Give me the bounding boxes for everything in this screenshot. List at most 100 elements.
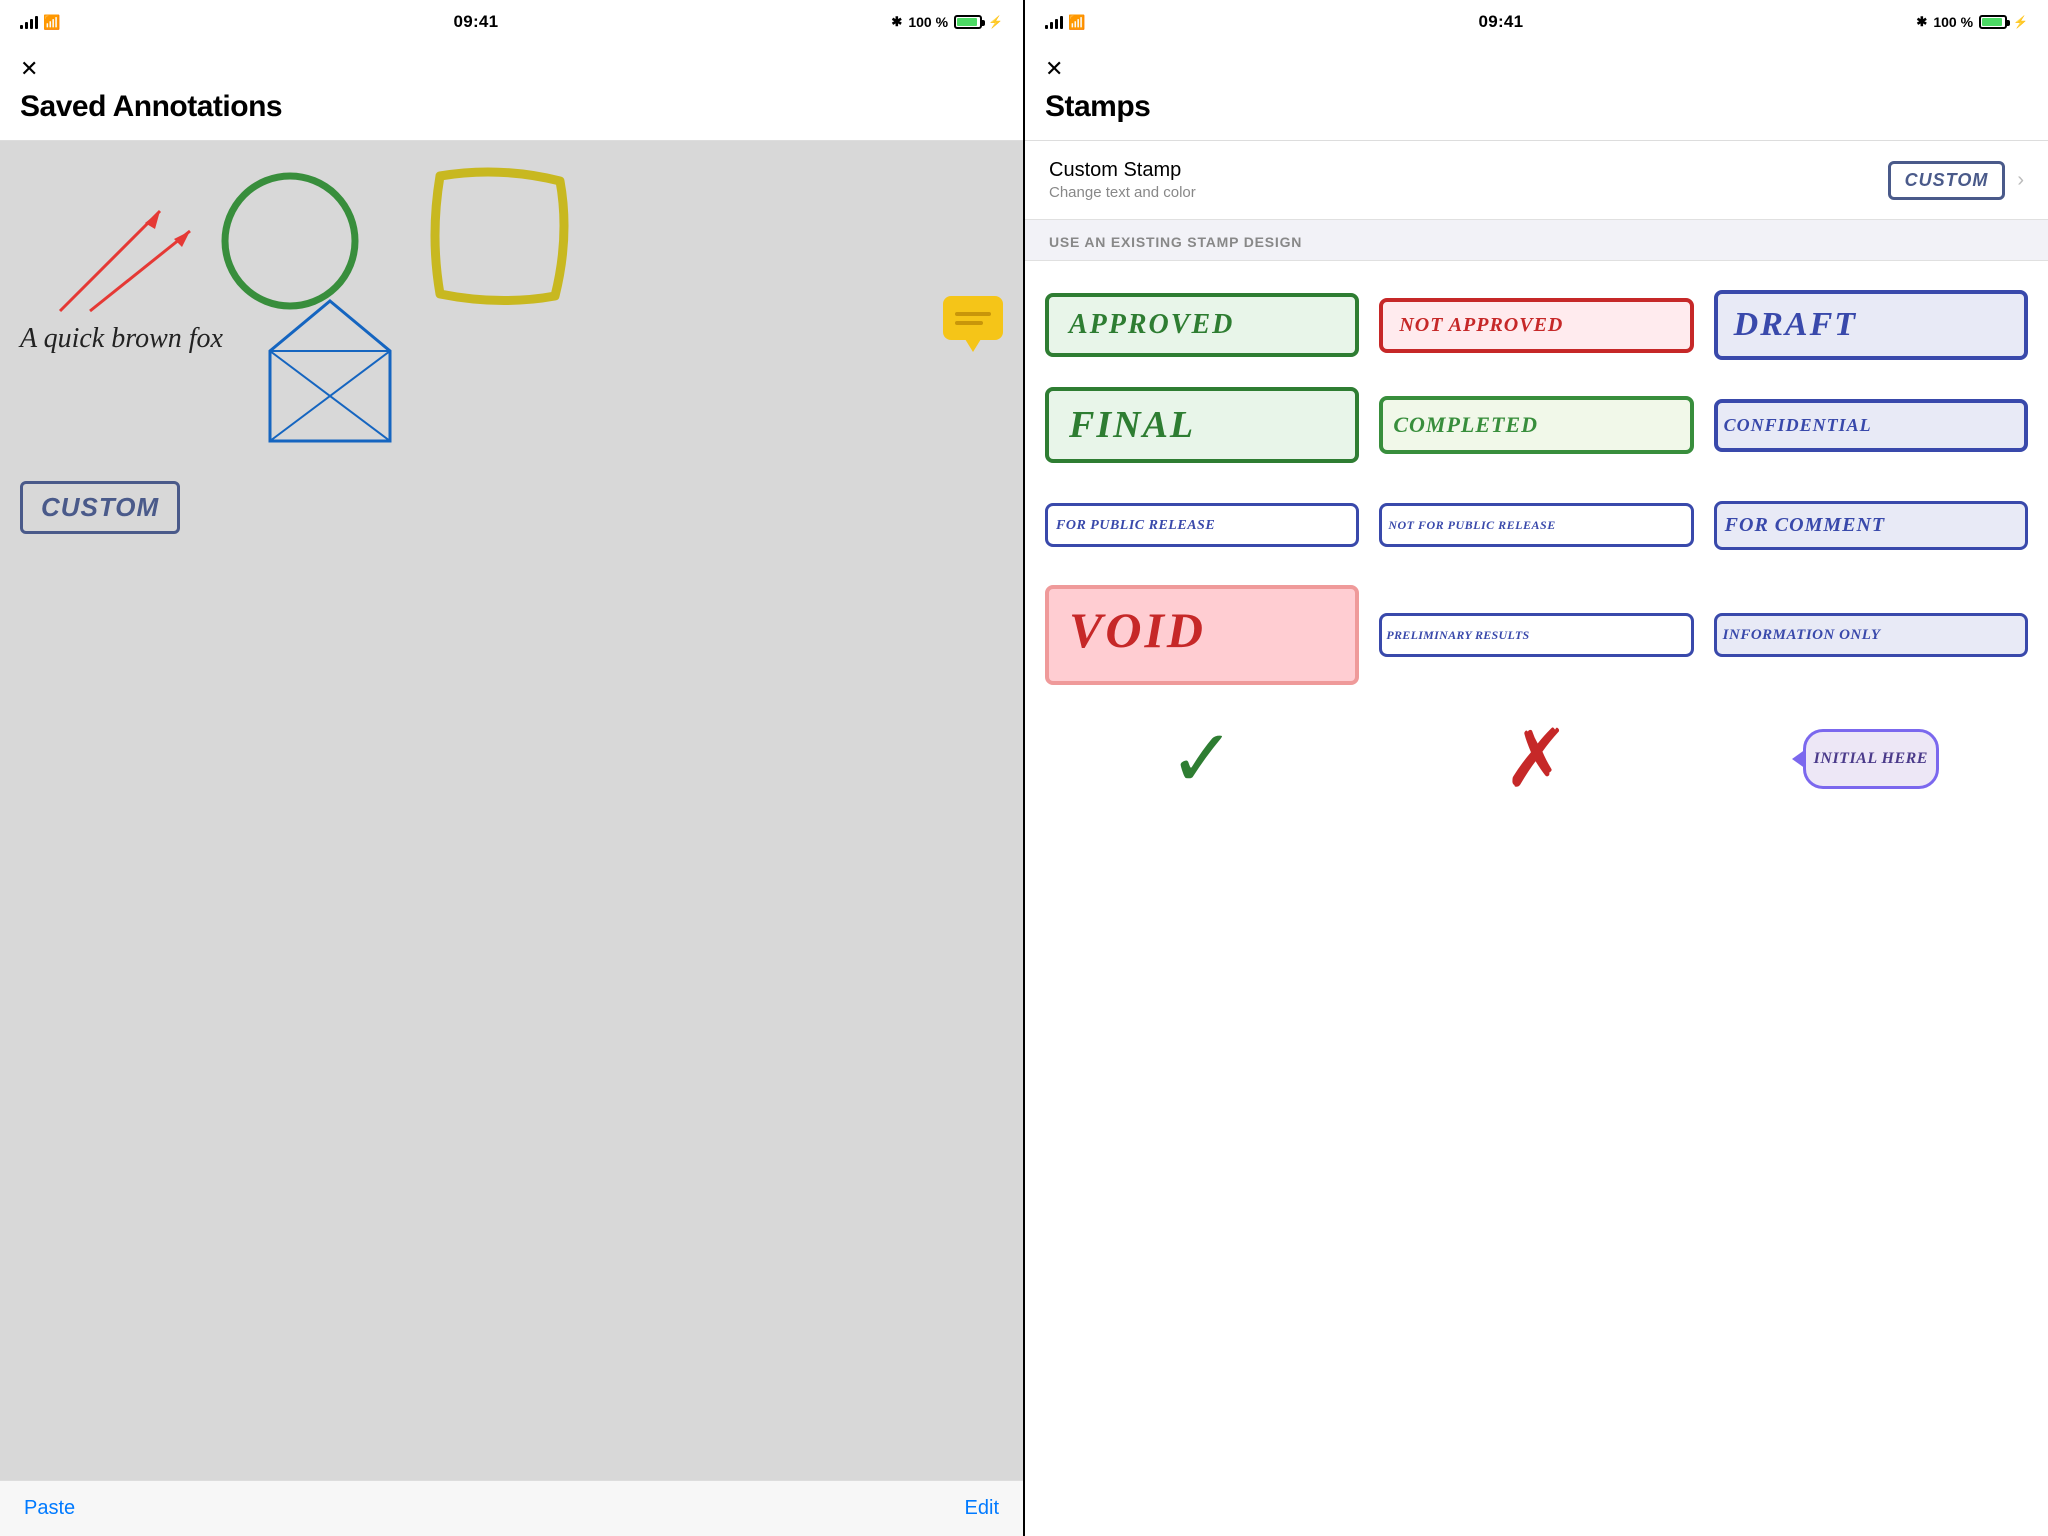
void-stamp-label: VOID: [1069, 602, 1206, 658]
for-public-release-stamp-box: FOR PUBLIC RELEASE: [1045, 503, 1359, 547]
custom-stamp-preview-text: CUSTOM: [1905, 170, 1989, 190]
custom-stamp-subtitle: Change text and color: [1049, 184, 1196, 201]
bluetooth-icon-right: ✱: [1916, 14, 1927, 30]
draft-stamp-label: DRAFT: [1734, 306, 1857, 343]
custom-stamp-annotation[interactable]: CUSTOM: [20, 481, 180, 534]
bubble-content: [949, 306, 997, 331]
stamp-item-for-comment[interactable]: FOR COMMENT: [1714, 485, 2028, 565]
bottom-stamps-row: ✓ ✗ INITIAL HERE: [1025, 709, 2048, 833]
annotations-canvas: A quick brown fox: [0, 141, 1023, 1480]
stamp-item-completed[interactable]: COMPLETED: [1379, 385, 1693, 465]
completed-stamp-label: COMPLETED: [1393, 412, 1538, 437]
custom-stamp-text: CUSTOM: [41, 492, 159, 522]
custom-stamp-preview: CUSTOM ›: [1888, 161, 2024, 200]
custom-stamp-box: CUSTOM: [20, 481, 180, 534]
preliminary-results-stamp-box: PRELIMINARY RESULTS: [1379, 613, 1693, 657]
right-panel-title: Stamps: [1045, 90, 2028, 124]
battery-percent-right: 100 %: [1933, 14, 1973, 30]
not-approved-stamp-box: NOT APPROVED: [1379, 298, 1693, 353]
rect-annotation[interactable]: [420, 156, 580, 316]
stamp-item-checkmark[interactable]: ✓: [1045, 709, 1359, 809]
xmark-icon: ✗: [1503, 719, 1570, 799]
stamp-item-information-only[interactable]: INFORMATION ONLY: [1714, 585, 2028, 685]
battery-percent-left: 100 %: [908, 14, 948, 30]
confidential-stamp-box: CONFIDENTIAL: [1714, 399, 2028, 452]
status-time-left: 09:41: [453, 12, 498, 32]
information-only-stamp-box: INFORMATION ONLY: [1714, 613, 2028, 657]
bubble-shape: [943, 296, 1003, 340]
initial-here-stamp-label: INITIAL HERE: [1814, 750, 1928, 768]
left-panel-title: Saved Annotations: [20, 90, 1003, 124]
checkmark-icon: ✓: [1169, 719, 1236, 799]
bubble-line-1: [955, 312, 991, 316]
custom-stamp-info: Custom Stamp Change text and color: [1049, 159, 1196, 201]
confidential-stamp-label: CONFIDENTIAL: [1724, 415, 1872, 435]
initial-here-stamp-box: INITIAL HERE: [1803, 729, 1939, 789]
for-public-release-stamp-label: FOR PUBLIC RELEASE: [1056, 518, 1215, 533]
stamp-item-draft[interactable]: DRAFT: [1714, 285, 2028, 365]
stamps-panel: 📶 09:41 ✱ 100 % ⚡ ✕ Stamps Custom Stamp …: [1025, 0, 2048, 1536]
status-bar-left: 📶 09:41 ✱ 100 % ⚡: [0, 0, 1023, 44]
not-for-public-release-stamp-label: NOT FOR PUBLIC RELEASE: [1388, 518, 1555, 532]
stamp-item-initial-here[interactable]: INITIAL HERE: [1714, 709, 2028, 809]
approved-stamp-box: APPROVED: [1045, 293, 1359, 357]
arrows-annotation[interactable]: [30, 171, 210, 331]
bolt-icon-left: ⚡: [988, 15, 1003, 29]
close-button-right[interactable]: ✕: [1045, 56, 1063, 82]
final-stamp-label: FINAL: [1069, 404, 1195, 446]
status-time-right: 09:41: [1478, 12, 1523, 32]
left-panel-footer: Paste Edit: [0, 1480, 1023, 1536]
custom-stamp-preview-box: CUSTOM: [1888, 161, 2006, 200]
stamp-item-not-approved[interactable]: NOT APPROVED: [1379, 285, 1693, 365]
battery-icon-left: [954, 15, 982, 29]
for-comment-stamp-box: FOR COMMENT: [1714, 501, 2028, 550]
stamp-grid: APPROVED NOT APPROVED DRAFT FINAL: [1025, 261, 2048, 709]
battery-icon-right: [1979, 15, 2007, 29]
draft-stamp-box: DRAFT: [1714, 290, 2028, 360]
stamp-item-approved[interactable]: APPROVED: [1045, 285, 1359, 365]
stamp-item-preliminary-results[interactable]: PRELIMINARY RESULTS: [1379, 585, 1693, 685]
information-only-stamp-label: INFORMATION ONLY: [1723, 627, 1881, 643]
final-stamp-box: FINAL: [1045, 387, 1359, 463]
speech-bubble-annotation[interactable]: [943, 296, 1003, 356]
signal-icon-right: [1045, 15, 1063, 29]
edit-button[interactable]: Edit: [965, 1497, 999, 1520]
stamp-item-for-public-release[interactable]: FOR PUBLIC RELEASE: [1045, 485, 1359, 565]
status-right-icons-right: ✱ 100 % ⚡: [1916, 14, 2028, 30]
bluetooth-icon-left: ✱: [891, 14, 902, 30]
wifi-icon: 📶: [43, 14, 60, 31]
bolt-icon-right: ⚡: [2013, 15, 2028, 29]
status-right-icons-left: ✱ 100 % ⚡: [891, 14, 1003, 30]
stamps-content-area: Custom Stamp Change text and color CUSTO…: [1025, 141, 2048, 1536]
custom-stamp-row[interactable]: Custom Stamp Change text and color CUSTO…: [1025, 141, 2048, 220]
stamp-item-not-for-public-release[interactable]: NOT FOR PUBLIC RELEASE: [1379, 485, 1693, 565]
status-left-icons-right: 📶: [1045, 14, 1085, 31]
stamp-item-void[interactable]: VOID: [1045, 585, 1359, 685]
approved-stamp-label: APPROVED: [1069, 309, 1234, 340]
bubble-line-2: [955, 321, 983, 325]
right-panel-header: ✕ Stamps: [1025, 44, 2048, 141]
stamp-section-label: USE AN EXISTING STAMP DESIGN: [1025, 220, 2048, 261]
signal-icon: [20, 15, 38, 29]
close-button-left[interactable]: ✕: [20, 56, 38, 82]
chevron-right-icon: ›: [2017, 169, 2024, 192]
shape-annotation[interactable]: [260, 291, 400, 451]
preliminary-results-stamp-label: PRELIMINARY RESULTS: [1386, 628, 1529, 642]
void-stamp-box: VOID: [1045, 585, 1359, 685]
status-left-icons: 📶: [20, 14, 60, 31]
for-comment-stamp-label: FOR COMMENT: [1725, 514, 1885, 536]
not-approved-stamp-label: NOT APPROVED: [1399, 314, 1563, 336]
wifi-icon-right: 📶: [1068, 14, 1085, 31]
annotation-text-content: A quick brown fox: [20, 323, 223, 354]
stamp-item-confidential[interactable]: CONFIDENTIAL: [1714, 385, 2028, 465]
stamp-item-final[interactable]: FINAL: [1045, 385, 1359, 465]
left-panel-header: ✕ Saved Annotations: [0, 44, 1023, 141]
stamp-item-xmark[interactable]: ✗: [1379, 709, 1693, 809]
status-bar-right: 📶 09:41 ✱ 100 % ⚡: [1025, 0, 2048, 44]
not-for-public-release-stamp-box: NOT FOR PUBLIC RELEASE: [1379, 503, 1693, 547]
custom-stamp-title: Custom Stamp: [1049, 159, 1196, 182]
completed-stamp-box: COMPLETED: [1379, 396, 1693, 454]
text-annotation[interactable]: A quick brown fox: [20, 321, 223, 357]
paste-button[interactable]: Paste: [24, 1497, 75, 1520]
saved-annotations-panel: 📶 09:41 ✱ 100 % ⚡ ✕ Saved Annotations: [0, 0, 1025, 1536]
